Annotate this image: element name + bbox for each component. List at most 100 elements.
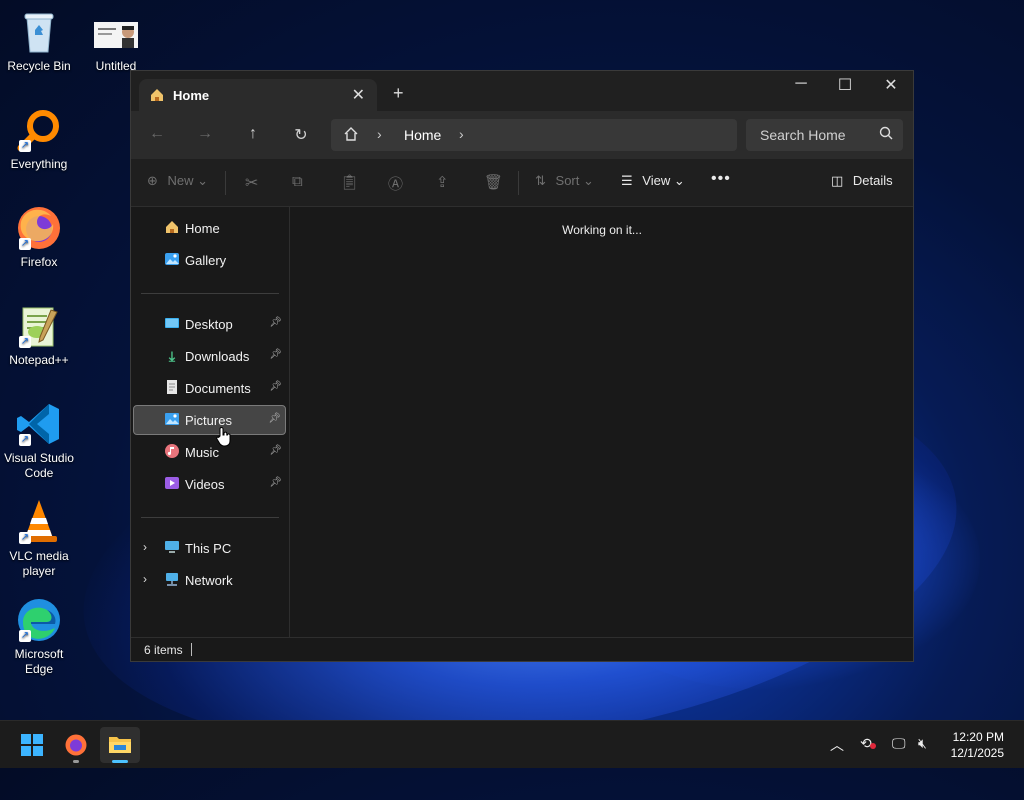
shortcut-arrow-icon: ↗ (19, 532, 31, 544)
divider (225, 171, 226, 195)
chevron-right-icon[interactable]: › (377, 126, 382, 142)
desktop-icon-notepadpp[interactable]: ↗ Notepad++ (1, 302, 77, 368)
new-label: New (167, 173, 194, 188)
divider (141, 517, 279, 518)
rename-icon[interactable]: Ⓐ (388, 173, 403, 194)
sidebar-item-videos[interactable]: Videos 📌︎ (133, 469, 286, 499)
sidebar-item-documents[interactable]: Documents 📌︎ (133, 373, 286, 403)
volume-muted-icon[interactable]: 🔇︎ (918, 735, 927, 752)
minimize-icon[interactable]: ─ (781, 75, 821, 93)
system-clock[interactable]: 12:20 PM 12/1/2025 (951, 729, 1004, 761)
pin-icon[interactable]: 📌︎ (269, 317, 282, 328)
desktop-icon-firefox[interactable]: ↗ Firefox (1, 204, 77, 270)
tab-home[interactable]: Home ✕ (139, 79, 377, 111)
command-bar: ⊕ New ⌄ ✂ ⧉ 📋︎ Ⓐ ⇪ 🗑︎ ⇅ Sort ⌄ ☰ View ⌄ … (131, 159, 913, 207)
share-icon[interactable]: ⇪ (436, 173, 449, 191)
paste-icon[interactable]: 📋︎ (340, 173, 359, 191)
refresh-icon[interactable]: ↻ (289, 125, 313, 145)
breadcrumb-home[interactable]: Home (404, 127, 441, 143)
sidebar-item-label: Documents (185, 381, 251, 396)
clock-time: 12:20 PM (952, 730, 1004, 744)
home-icon (149, 87, 165, 108)
pin-icon[interactable]: 📌︎ (269, 477, 282, 488)
details-button[interactable]: ◫ Details (831, 173, 893, 189)
clock-date: 12/1/2025 (950, 746, 1004, 760)
sidebar-item-network[interactable]: › Network (133, 565, 286, 595)
desktop-icon-recycle-bin[interactable]: Recycle Bin (1, 8, 77, 74)
sidebar-item-music[interactable]: Music 📌︎ (133, 437, 286, 467)
desktop-icon-everything[interactable]: ↗ Everything (1, 106, 77, 172)
recycle-bin-icon (15, 8, 63, 56)
start-button[interactable] (12, 727, 52, 763)
sidebar-item-label: Videos (185, 477, 225, 492)
view-button[interactable]: ☰ View ⌄ (621, 173, 685, 189)
new-tab-icon[interactable]: + (393, 83, 404, 104)
copy-icon[interactable]: ⧉ (292, 173, 303, 190)
sidebar-item-gallery[interactable]: Gallery (133, 245, 286, 275)
new-button[interactable]: ⊕ New ⌄ (147, 173, 208, 189)
desktop-icon-label: Visual Studio Code (4, 451, 74, 480)
maximize-icon[interactable]: ☐ (825, 75, 865, 95)
desktop-icon-untitled[interactable]: Untitled (78, 8, 154, 74)
sidebar-item-desktop[interactable]: Desktop 📌︎ (133, 309, 286, 339)
pictures-icon (163, 411, 181, 429)
sort-icon: ⇅ (535, 173, 546, 188)
this-pc-icon (163, 539, 181, 557)
home-icon (163, 219, 181, 237)
status-bar: 6 items (131, 637, 913, 661)
taskbar-firefox[interactable] (56, 727, 96, 763)
chevron-right-icon[interactable]: › (143, 540, 147, 554)
desktop-icon-vlc[interactable]: ↗ VLC media player (1, 498, 77, 579)
desktop-icon-vscode[interactable]: ↗ Visual Studio Code (1, 400, 77, 481)
sidebar-item-label: Network (185, 573, 233, 588)
running-indicator (73, 760, 79, 763)
sidebar-item-label: Downloads (185, 349, 250, 364)
desktop-icon-label: Firefox (20, 255, 58, 269)
search-box[interactable]: Search Home (746, 119, 903, 151)
item-count: 6 items (144, 643, 183, 657)
sync-icon[interactable]: ⟲ (860, 735, 876, 752)
sidebar-item-home[interactable]: Home (133, 213, 286, 243)
close-window-icon[interactable]: ✕ (871, 75, 911, 95)
pin-icon[interactable]: 📌︎ (269, 381, 282, 392)
content-area[interactable]: Working on it... (290, 207, 914, 639)
sidebar-item-this-pc[interactable]: › This PC (133, 533, 286, 563)
chevron-right-icon[interactable]: › (459, 126, 464, 142)
desktop-icon-label: Recycle Bin (7, 59, 71, 73)
documents-icon (163, 379, 181, 397)
chevron-down-icon: ⌄ (673, 173, 685, 188)
sidebar-item-label: Music (185, 445, 219, 460)
show-hidden-icons[interactable]: ︿ (830, 735, 844, 755)
pin-icon[interactable]: 📌︎ (269, 445, 282, 456)
network-status-icon[interactable]: 🖵︎ (892, 735, 906, 752)
sidebar-item-downloads[interactable]: ⤓ Downloads 📌︎ (133, 341, 286, 371)
taskbar: ︿ ⟲ 🖵︎ 🔇︎ 12:20 PM 12/1/2025 (0, 720, 1024, 768)
back-icon[interactable]: ← (145, 125, 169, 143)
navigation-pane: Home Gallery Desktop 📌︎ ⤓ Downloads 📌︎ D… (131, 207, 290, 639)
delete-icon[interactable]: 🗑︎ (484, 173, 503, 191)
taskbar-file-explorer[interactable] (100, 727, 140, 763)
network-icon (163, 571, 181, 589)
address-home-icon[interactable] (343, 126, 359, 147)
everything-search-icon: ↗ (15, 106, 63, 154)
address-bar[interactable]: › Home › (331, 119, 737, 151)
sidebar-item-label: Desktop (185, 317, 233, 332)
up-icon[interactable]: ↑ (241, 125, 265, 143)
close-tab-icon[interactable]: ✕ (352, 85, 365, 105)
desktop-icon-label: Microsoft Edge (14, 647, 64, 676)
cut-icon[interactable]: ✂ (245, 173, 258, 193)
mouse-cursor-icon (216, 426, 232, 453)
chevron-right-icon[interactable]: › (143, 572, 147, 586)
active-indicator (112, 760, 128, 763)
sort-button[interactable]: ⇅ Sort ⌄ (535, 173, 594, 189)
pin-icon[interactable]: 📌︎ (268, 413, 281, 424)
more-options-icon[interactable]: ••• (711, 170, 731, 188)
desktop-icon-label: VLC media player (9, 549, 69, 578)
desktop-icon-edge[interactable]: ↗ Microsoft Edge (1, 596, 77, 677)
loading-message: Working on it... (562, 223, 642, 237)
pin-icon[interactable]: 📌︎ (269, 349, 282, 360)
sidebar-item-pictures[interactable]: Pictures 📌︎ (133, 405, 286, 435)
search-placeholder: Search Home (760, 127, 846, 143)
forward-icon[interactable]: → (193, 125, 217, 143)
details-pane-icon: ◫ (831, 173, 844, 188)
